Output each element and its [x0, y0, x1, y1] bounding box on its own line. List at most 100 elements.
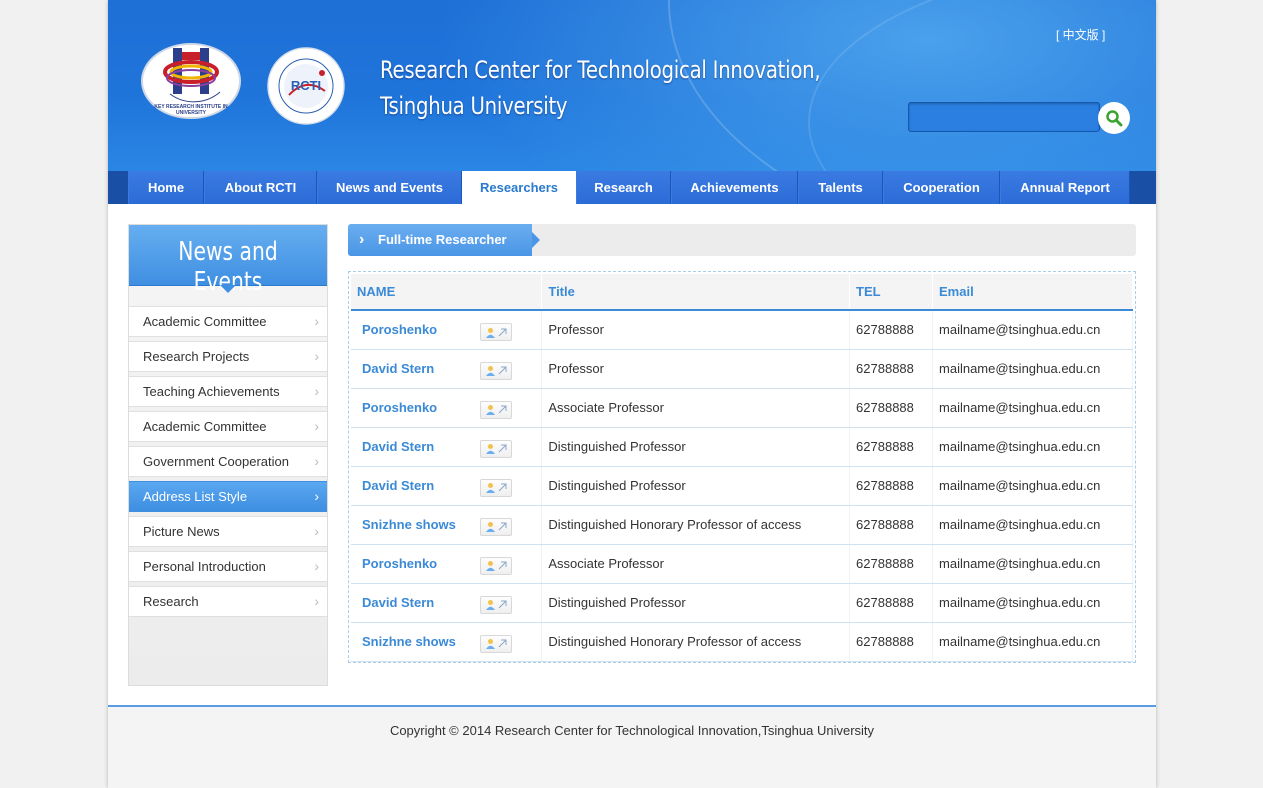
- sidebar-header-arrow: [220, 285, 236, 293]
- main-nav-items: Home About RCTI News and Events Research…: [128, 171, 1130, 204]
- sidebar-item-label: Government Cooperation: [143, 454, 289, 469]
- search-input[interactable]: [908, 102, 1100, 132]
- researcher-tel: 62788888: [849, 544, 934, 584]
- researcher-email[interactable]: mailname@tsinghua.edu.cn: [932, 583, 1133, 623]
- researcher-email[interactable]: mailname@tsinghua.edu.cn: [932, 310, 1133, 350]
- nav-item-news[interactable]: News and Events: [317, 171, 462, 204]
- researcher-name-link[interactable]: David Stern: [351, 349, 543, 389]
- sidebar-item-active[interactable]: Address List Style ›: [129, 481, 327, 512]
- sidebar-list: Academic Committee › Research Projects › T…: [129, 306, 327, 621]
- researcher-name-link[interactable]: David Stern: [351, 583, 543, 623]
- researcher-name-link[interactable]: David Stern: [351, 427, 543, 467]
- researcher-name[interactable]: Poroshenko: [362, 322, 437, 337]
- profile-link-icon[interactable]: [480, 478, 512, 497]
- researcher-email[interactable]: mailname@tsinghua.edu.cn: [932, 427, 1133, 467]
- researcher-title: Distinguished Professor: [541, 427, 851, 467]
- sidebar-item[interactable]: Research ›: [129, 586, 327, 617]
- researcher-name-link[interactable]: Poroshenko: [351, 544, 543, 584]
- researcher-table-wrapper: NAME Title TEL Email Poroshenko Professor…: [348, 271, 1136, 663]
- search-icon: [1106, 110, 1123, 127]
- researcher-name[interactable]: David Stern: [362, 439, 434, 454]
- researcher-name[interactable]: Snizhne shows: [362, 517, 456, 532]
- researcher-name[interactable]: David Stern: [362, 478, 434, 493]
- column-header-title[interactable]: Title: [541, 274, 851, 311]
- sidebar-item-label: Picture News: [143, 524, 220, 539]
- researcher-name-link[interactable]: Snizhne shows: [351, 622, 543, 662]
- person-icon: [486, 561, 495, 571]
- sidebar-item[interactable]: Academic Committee ›: [129, 411, 327, 442]
- researcher-email[interactable]: mailname@tsinghua.edu.cn: [932, 349, 1133, 389]
- sidebar-item[interactable]: Picture News ›: [129, 516, 327, 547]
- nav-item-research[interactable]: Research: [576, 171, 671, 204]
- column-header-tel[interactable]: TEL: [849, 274, 934, 311]
- researcher-title: Distinguished Honorary Professor of acce…: [541, 622, 851, 662]
- researcher-email[interactable]: mailname@tsinghua.edu.cn: [932, 622, 1133, 662]
- external-link-arrow-icon: [498, 600, 507, 609]
- researcher-email[interactable]: mailname@tsinghua.edu.cn: [932, 466, 1133, 506]
- profile-link-icon[interactable]: [480, 595, 512, 614]
- sidebar-item[interactable]: Research Projects ›: [129, 341, 327, 372]
- sidebar-item[interactable]: Personal Introduction ›: [129, 551, 327, 582]
- profile-link-icon[interactable]: [480, 361, 512, 380]
- chevron-right-icon: ›: [314, 313, 319, 329]
- researcher-title: Distinguished Honorary Professor of acce…: [541, 505, 851, 545]
- site-title: Research Center for Technological Innova…: [380, 52, 839, 124]
- researcher-email[interactable]: mailname@tsinghua.edu.cn: [932, 388, 1133, 428]
- profile-link-icon[interactable]: [480, 634, 512, 653]
- sidebar-item[interactable]: Teaching Achievements ›: [129, 376, 327, 407]
- main-content: › Full-time Researcher NAME Title TEL Em…: [348, 224, 1136, 663]
- profile-link-icon[interactable]: [480, 400, 512, 419]
- nav-item-talents[interactable]: Talents: [798, 171, 883, 204]
- researcher-name-link[interactable]: Poroshenko: [351, 388, 543, 428]
- chevron-right-icon: ›: [314, 383, 319, 399]
- section-header: › Full-time Researcher: [348, 224, 1136, 256]
- researcher-name[interactable]: Poroshenko: [362, 400, 437, 415]
- researcher-title: Distinguished Professor: [541, 466, 851, 506]
- person-icon: [486, 483, 495, 493]
- researcher-tel: 62788888: [849, 349, 934, 389]
- profile-link-icon[interactable]: [480, 556, 512, 575]
- profile-link-icon[interactable]: [480, 439, 512, 458]
- chevron-right-icon: ›: [359, 231, 365, 248]
- chevron-right-icon: ›: [314, 558, 319, 574]
- column-header-name[interactable]: NAME: [351, 274, 543, 311]
- sidebar-item-label: Personal Introduction: [143, 559, 266, 574]
- language-switch-link[interactable]: [ 中文版 ]: [1056, 26, 1105, 43]
- sidebar-item[interactable]: Academic Committee ›: [129, 306, 327, 337]
- table-row: David Stern Distinguished Professor 627888…: [351, 427, 1133, 467]
- nav-item-home[interactable]: Home: [128, 171, 204, 204]
- sidebar-item-label: Research: [143, 594, 199, 609]
- researcher-name[interactable]: David Stern: [362, 595, 434, 610]
- table-row: David Stern Distinguished Professor 627888…: [351, 583, 1133, 623]
- section-tab: › Full-time Researcher: [348, 224, 540, 256]
- main-nav: Home About RCTI News and Events Research…: [108, 171, 1156, 204]
- researcher-email[interactable]: mailname@tsinghua.edu.cn: [932, 544, 1133, 584]
- nav-item-about[interactable]: About RCTI: [204, 171, 317, 204]
- person-icon: [486, 366, 495, 376]
- researcher-name[interactable]: Poroshenko: [362, 556, 437, 571]
- table-row: David Stern Professor 62788888 mailname@tsi…: [351, 349, 1133, 389]
- person-icon: [486, 522, 495, 532]
- researcher-name-link[interactable]: Snizhne shows: [351, 505, 543, 545]
- nav-item-annual-report[interactable]: Annual Report: [1000, 171, 1130, 204]
- sidebar-item-label: Academic Committee: [143, 419, 267, 434]
- researcher-name[interactable]: David Stern: [362, 361, 434, 376]
- researcher-email[interactable]: mailname@tsinghua.edu.cn: [932, 505, 1133, 545]
- researcher-name-link[interactable]: Poroshenko: [351, 310, 543, 350]
- sidebar-item[interactable]: Government Cooperation ›: [129, 446, 327, 477]
- profile-link-icon[interactable]: [480, 517, 512, 536]
- column-header-email[interactable]: Email: [932, 274, 1133, 311]
- nav-item-achievements[interactable]: Achievements: [671, 171, 798, 204]
- sidebar-header: News and Events: [129, 225, 327, 297]
- profile-link-icon[interactable]: [480, 323, 512, 341]
- nav-item-cooperation[interactable]: Cooperation: [883, 171, 1000, 204]
- table-row: Snizhne shows Distinguished Honorary Prof…: [351, 622, 1133, 662]
- person-icon: [486, 444, 495, 454]
- researcher-title: Associate Professor: [541, 544, 851, 584]
- search-button[interactable]: [1098, 102, 1130, 134]
- researcher-name-link[interactable]: David Stern: [351, 466, 543, 506]
- researcher-title: Associate Professor: [541, 388, 851, 428]
- nav-item-researchers[interactable]: Researchers: [462, 171, 576, 204]
- external-link-arrow-icon: [498, 639, 507, 648]
- researcher-name[interactable]: Snizhne shows: [362, 634, 456, 649]
